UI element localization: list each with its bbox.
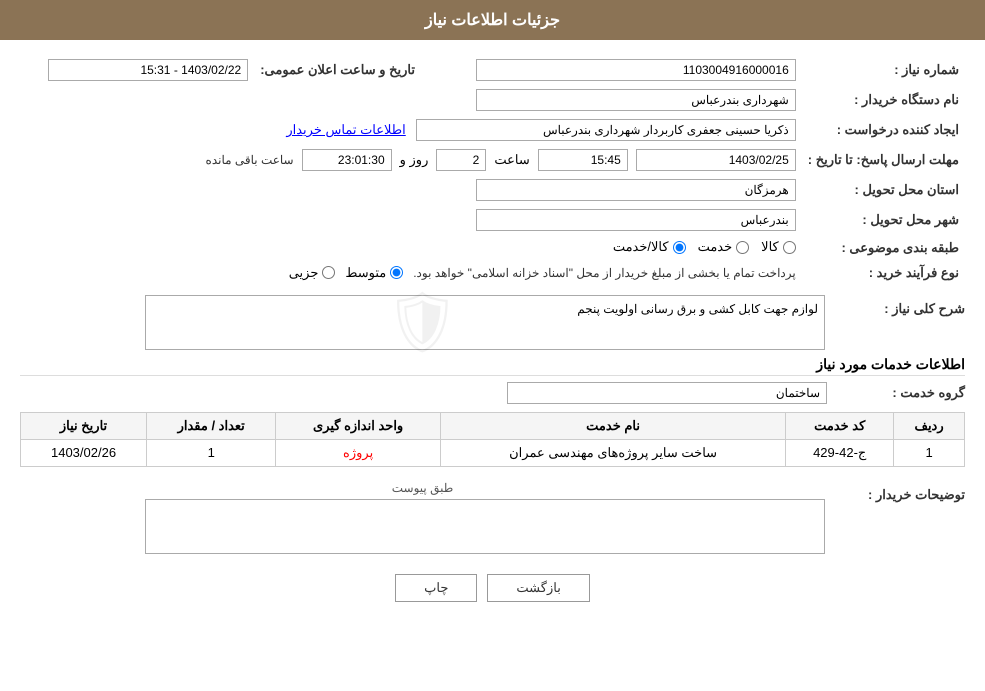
label-khadamat: خدمت [698,239,733,255]
input-gohreh[interactable] [507,382,827,404]
radio-khadamat-input[interactable] [736,241,749,254]
cell-tedad: 1 [147,439,276,466]
towzih-row: توضیحات خریدار : طبق پیوست [20,481,965,554]
input-announce-date[interactable] [48,59,248,81]
th-tarikh: تاریخ نیاز [21,412,147,439]
radio-jozei-input[interactable] [322,266,335,279]
radio-kala-khadamat: کالا/خدمت [613,239,686,255]
content-area: شماره نیاز : تاریخ و ساعت اعلان عمومی: ن… [0,40,985,637]
radio-motovaset: متوسط [345,265,403,281]
label-tabaghe: طبقه بندی موضوعی : [802,235,965,261]
input-tarikh-pasokh[interactable] [636,149,796,171]
sharh-koli-box: لوازم جهت کابل کشی و برق رسانی اولویت پن… [145,295,825,350]
remaining-label: ساعت باقی مانده [206,153,294,167]
label-ruz-va: روز و [400,152,429,168]
label-mohlat: مهلت ارسال پاسخ: تا تاریخ : [802,145,965,175]
input-ijad-konande[interactable] [416,119,796,141]
link-vahed[interactable]: پروژه [343,445,373,460]
print-button[interactable]: چاپ [395,574,477,602]
input-nam-dastgah[interactable] [476,89,796,111]
label-ostan: استان محل تحویل : [802,175,965,205]
page-title: جزئیات اطلاعات نیاز [425,12,560,29]
cell-vahed: پروژه [276,439,441,466]
cell-kod: ج-42-429 [786,439,894,466]
th-nam: نام خدمت [440,412,785,439]
th-kod: کد خدمت [786,412,894,439]
attachment-label: طبق پیوست [20,481,825,499]
label-towzih: توضیحات خریدار : [835,481,965,503]
sharh-row: شرح کلی نیاز : لوازم جهت کابل کشی و برق … [20,295,965,350]
page-container: جزئیات اطلاعات نیاز شماره نیاز : تاریخ و… [0,0,985,691]
cell-tarikh: 1403/02/26 [21,439,147,466]
radio-motovaset-input[interactable] [390,266,403,279]
label-kala: کالا [761,239,779,255]
section-khadamat: اطلاعات خدمات مورد نیاز [20,350,965,376]
table-row: 1 ج-42-429 ساخت سایر پروژه‌های مهندسی عم… [21,439,965,466]
label-motovaset: متوسط [345,265,386,281]
th-vahed: واحد اندازه گیری [276,412,441,439]
group-service-row: گروه خدمت : [20,382,965,404]
label-gohreh: گروه خدمت : [835,385,965,401]
input-ostan[interactable] [476,179,796,201]
link-ettela-tamas[interactable]: اطلاعات تماس خریدار [286,122,405,138]
cell-nam: ساخت سایر پروژه‌های مهندسی عمران [440,439,785,466]
label-announce-date: تاریخ و ساعت اعلان عمومی: [254,55,435,85]
input-saat-baghi[interactable] [302,149,392,171]
label-shomare-niaz: شماره نیاز : [802,55,965,85]
form-table-top: شماره نیاز : تاریخ و ساعت اعلان عمومی: ن… [20,55,965,285]
label-sharh: شرح کلی نیاز : [835,295,965,317]
input-shahr[interactable] [476,209,796,231]
label-saat: ساعت [494,152,529,168]
label-nam-dastgah: نام دستگاه خریدار : [802,85,965,115]
label-jozei: جزیی [289,265,319,281]
input-shomare-niaz[interactable] [476,59,796,81]
radio-kala-input[interactable] [783,241,796,254]
sharh-koli-text: لوازم جهت کابل کشی و برق رسانی اولویت پن… [577,302,818,316]
label-kala-khadamat: کالا/خدمت [613,239,669,255]
button-row: بازگشت چاپ [20,574,965,602]
radio-kala-khadamat-input[interactable] [673,241,686,254]
input-saat-pasokh[interactable] [538,149,628,171]
radio-kala: کالا [761,239,796,255]
radio-group-tabaghe: کالا خدمت کالا/خدمت [613,239,796,255]
label-shahr: شهر محل تحویل : [802,205,965,235]
th-tedad: تعداد / مقدار [147,412,276,439]
attachment-box [145,499,825,554]
services-table: ردیف کد خدمت نام خدمت واحد اندازه گیری ت… [20,412,965,467]
section-khadamat-title: اطلاعات خدمات مورد نیاز [816,356,965,372]
radio-khadamat: خدمت [698,239,750,255]
radio-jozei: جزیی [289,265,336,281]
page-header: جزئیات اطلاعات نیاز [0,0,985,40]
input-ruz[interactable] [436,149,486,171]
label-ijad-konande: ایجاد کننده درخواست : [802,115,965,145]
label-noe-farayand: نوع فرآیند خرید : [802,261,965,285]
cell-radif: 1 [894,439,965,466]
back-button[interactable]: بازگشت [487,574,589,602]
th-radif: ردیف [894,412,965,439]
farayand-description: پرداخت تمام یا بخشی از مبلغ خریدار از مح… [413,266,796,280]
